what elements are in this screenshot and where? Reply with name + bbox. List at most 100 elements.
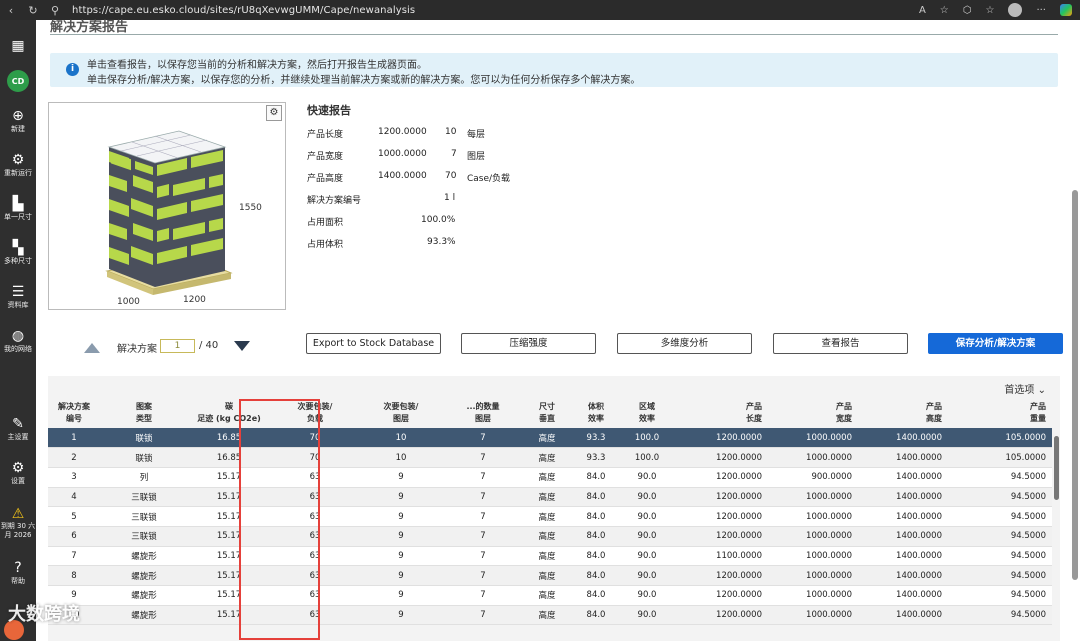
preferences-dropdown[interactable]: 首选项 ⌄	[1004, 381, 1046, 396]
qr-label: 产品长度	[307, 130, 344, 140]
sidebar-item-help[interactable]: ? 帮助	[0, 560, 36, 586]
table-row[interactable]: 1 联锁 16.85 70 10 7 高度 93.3 100.0 1200.0000 1000.00…	[48, 428, 1052, 449]
sidebar-item-network[interactable]: ◍ 我的网络	[0, 328, 36, 354]
col-dimension-vertical[interactable]: 尺寸 垂直	[524, 398, 570, 428]
solution-nav-label: 解决方案	[117, 344, 157, 355]
sidebar-item-single-size[interactable]: ▙ 单一尺寸	[0, 196, 36, 222]
sidebar-item-settings[interactable]: ⚙ 设置	[0, 460, 36, 486]
table-cell: 9	[360, 506, 442, 527]
col-volume-efficiency[interactable]: 体积 效率	[570, 398, 622, 428]
qr-count: 10	[445, 127, 457, 137]
qr-label: 产品宽度	[307, 152, 344, 162]
col-pattern-type[interactable]: 图案 类型	[100, 398, 188, 428]
warning-icon: ⚠	[11, 506, 25, 522]
table-scrollbar[interactable]	[1054, 436, 1059, 500]
col-product-width[interactable]: 产品 宽度	[768, 398, 858, 428]
address-bar[interactable]: https://cape.eu.esko.cloud/sites/rU8qXev…	[72, 5, 415, 16]
solution-number-input[interactable]: 1	[160, 339, 195, 353]
sidebar-item-expiry[interactable]: ⚠ 到期 30 六月 2026	[0, 506, 36, 540]
table-cell: 1200.0000	[672, 428, 768, 449]
table-cell: 高度	[524, 428, 570, 449]
table-cell: 7	[442, 605, 524, 626]
table-row[interactable]: 9 螺旋形 15.17 63 9 7 高度 84.0 90.0 1200.0000 1000.000…	[48, 585, 1052, 606]
table-row[interactable]: 10 螺旋形 15.17 63 9 7 高度 84.0 90.0 1200.0000 1000.00…	[48, 605, 1052, 626]
table-cell: 1200.0000	[672, 447, 768, 468]
table-cell: 1000.0000	[768, 605, 858, 626]
export-stock-database-button[interactable]: Export to Stock Database	[306, 333, 441, 354]
qr-label: 产品高度	[307, 174, 344, 184]
globe-icon: ◍	[11, 328, 25, 344]
sidebar-item-database[interactable]: ☰ 资料库	[0, 284, 36, 310]
reload-icon[interactable]: ↻	[26, 4, 40, 17]
table-cell: 螺旋形	[100, 546, 188, 567]
col-product-weight[interactable]: 产品 重量	[948, 398, 1052, 428]
multi-dimension-analysis-button[interactable]: 多维度分析	[617, 333, 752, 354]
sidebar-item-multi-size[interactable]: ▚ 多种尺寸	[0, 240, 36, 266]
table-row[interactable]: 6 三联锁 15.17 63 9 7 高度 84.0 90.0 1200.0000 1000.000…	[48, 526, 1052, 547]
sidebar-item-main-settings[interactable]: ✎ 主设置	[0, 416, 36, 442]
table-cell: 1200.0000	[672, 506, 768, 527]
view-report-button[interactable]: 查看报告	[773, 333, 908, 354]
col-secondary-per-layer[interactable]: 次要包装/ 图层	[360, 398, 442, 428]
table-header-row: 解决方案 编号 图案 类型 碳 足迹 (kg CO2e) 次要包装/ 负载 次要…	[48, 398, 1052, 428]
title-divider	[50, 34, 1058, 35]
table-cell: 1000.0000	[768, 447, 858, 468]
table-cell: 900.0000	[768, 467, 858, 488]
site-info-icon[interactable]: ⚲	[48, 4, 62, 17]
col-area-efficiency[interactable]: 区域 效率	[622, 398, 672, 428]
table-cell: 84.0	[570, 565, 622, 586]
table-cell: 84.0	[570, 605, 622, 626]
table-cell: 3	[48, 467, 100, 488]
table-cell: 1000.0000	[768, 428, 858, 449]
chevron-down-icon: ⌄	[1037, 385, 1046, 396]
table-cell: 94.5000	[948, 565, 1052, 586]
table-cell: 6	[48, 526, 100, 547]
sidebar: ▦ CD ⊕ 新建 ⚙ 重新运行 ▙ 单一尺寸 ▚ 多种尺寸 ☰ 资料库 ◍ 我的网络 ✎ 主…	[0, 20, 36, 641]
compression-strength-button[interactable]: 压缩强度	[461, 333, 596, 354]
col-solution-no[interactable]: 解决方案 编号	[48, 398, 100, 428]
table-row[interactable]: 8 螺旋形 15.17 63 9 7 高度 84.0 90.0 1200.0000 1000.000…	[48, 565, 1052, 586]
table-row[interactable]: 4 三联锁 15.17 63 9 7 高度 84.0 90.0 1200.0000 1000.000…	[48, 487, 1052, 508]
extensions-icon[interactable]: ⬡	[963, 5, 972, 16]
profile-avatar-icon[interactable]	[1008, 3, 1023, 17]
table-cell: 90.0	[622, 585, 672, 606]
back-icon[interactable]: ‹	[4, 4, 18, 17]
read-aloud-icon[interactable]: A	[919, 5, 926, 16]
table-cell: 1400.0000	[858, 526, 948, 547]
rerun-icon: ⚙	[11, 152, 25, 168]
table-cell: 高度	[524, 585, 570, 606]
table-row[interactable]: 2 联锁 16.85 70 10 7 高度 93.3 100.0 1200.0000 1000.00…	[48, 447, 1052, 468]
user-avatar[interactable]: CD	[7, 70, 29, 92]
table-row[interactable]: 3 列 15.17 63 9 7 高度 84.0 90.0 1200.0000 900.0000 14…	[48, 467, 1052, 488]
solutions-table: 解决方案 编号 图案 类型 碳 足迹 (kg CO2e) 次要包装/ 负载 次要…	[48, 398, 1052, 626]
col-product-length[interactable]: 产品 长度	[672, 398, 768, 428]
favorite-icon[interactable]: ☆	[940, 5, 949, 16]
table-cell: 8	[48, 565, 100, 586]
table-cell: 1000.0000	[768, 526, 858, 547]
copilot-icon[interactable]	[1060, 4, 1072, 16]
apps-grid-icon[interactable]: ▦	[0, 38, 36, 54]
page-scrollbar[interactable]	[1072, 190, 1078, 580]
table-cell: 9	[360, 526, 442, 547]
pallet-preview[interactable]: ⚙ 1550 1000 1200	[48, 102, 286, 310]
table-cell: 1200.0000	[672, 585, 768, 606]
sidebar-item-rerun[interactable]: ⚙ 重新运行	[0, 152, 36, 178]
save-analysis-button[interactable]: 保存分析/解决方案	[928, 333, 1063, 354]
table-cell: 联锁	[100, 428, 188, 449]
info-icon: i	[66, 63, 79, 76]
watermark-text: 大数跨境	[8, 604, 80, 625]
col-product-height[interactable]: 产品 高度	[858, 398, 948, 428]
qr-value: 1200.0000	[378, 127, 427, 137]
table-cell: 9	[360, 605, 442, 626]
collections-icon[interactable]: ☆	[985, 5, 994, 16]
previous-solution-arrow-icon[interactable]	[84, 343, 100, 353]
table-cell: 1000.0000	[768, 506, 858, 527]
more-icon[interactable]: ···	[1036, 5, 1046, 16]
table-cell: 100.0	[622, 447, 672, 468]
table-row[interactable]: 7 螺旋形 15.17 63 9 7 高度 84.0 90.0 1100.0000 1000.000…	[48, 546, 1052, 567]
col-layer-count[interactable]: ...的数量 图层	[442, 398, 524, 428]
next-solution-arrow-icon[interactable]	[234, 341, 250, 351]
sidebar-item-new[interactable]: ⊕ 新建	[0, 108, 36, 134]
table-cell: 90.0	[622, 467, 672, 488]
table-row[interactable]: 5 三联锁 15.17 63 9 7 高度 84.0 90.0 1200.0000 1000.000…	[48, 506, 1052, 527]
